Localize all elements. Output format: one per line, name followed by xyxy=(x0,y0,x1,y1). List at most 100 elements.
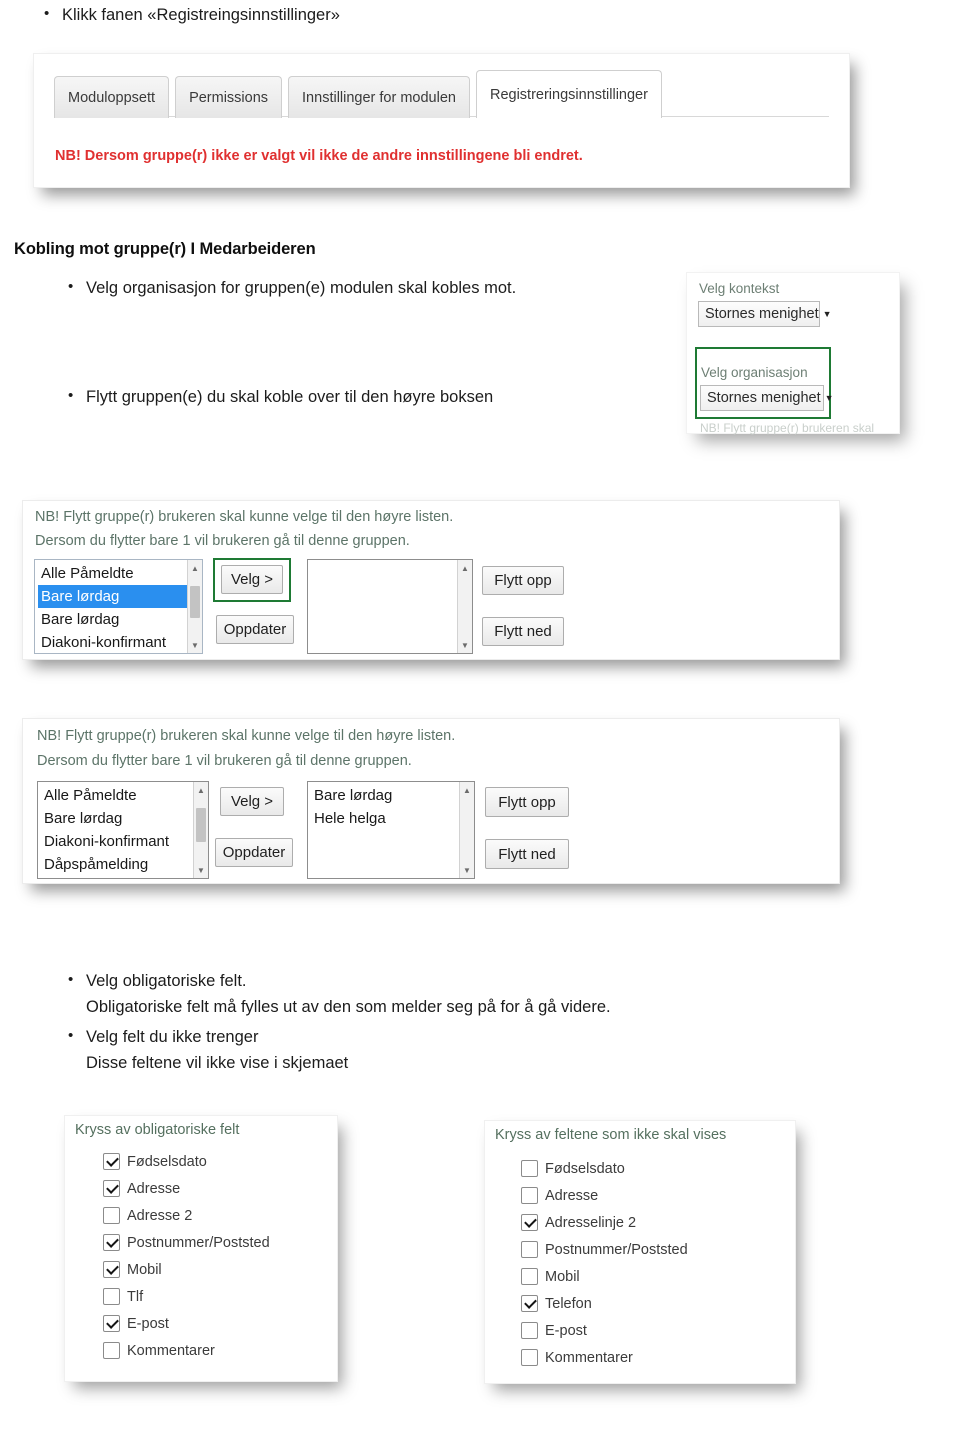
list-item[interactable]: Diakoni-konfirmant xyxy=(41,830,194,853)
checkbox-icon[interactable] xyxy=(103,1207,120,1224)
checkbox-icon[interactable] xyxy=(521,1187,538,1204)
velg-button[interactable]: Velg > xyxy=(220,787,284,816)
checkbox-icon[interactable] xyxy=(103,1342,120,1359)
bullet-click-tab: • Klikk fanen «Registreingsinnstillinger… xyxy=(44,4,664,26)
flytt-ned-button[interactable]: Flytt ned xyxy=(482,617,564,646)
selected-groups-listbox[interactable]: ▲ ▼ xyxy=(307,559,473,654)
tab-moduloppsett[interactable]: Moduloppsett xyxy=(54,76,170,118)
checkbox-row[interactable]: Fødselsdato xyxy=(521,1155,688,1182)
bullet-velg-organisasjon: • Velg organisasjon for gruppen(e) modul… xyxy=(68,277,668,299)
checkbox-icon[interactable] xyxy=(521,1295,538,1312)
checkbox-icon[interactable] xyxy=(521,1241,538,1258)
selected-groups-scrollbar[interactable]: ▲ ▼ xyxy=(457,560,472,653)
hidden-fields-title: Kryss av feltene som ikke skal vises xyxy=(495,1127,727,1143)
tab-strip: Moduloppsett Permissions Innstillinger f… xyxy=(54,68,668,118)
checkbox-icon[interactable] xyxy=(103,1153,120,1170)
list-item[interactable]: Bare lørdag xyxy=(38,585,188,608)
list-item[interactable]: Bare lørdag xyxy=(41,807,194,830)
checkbox-row[interactable]: Adresse 2 xyxy=(103,1202,270,1229)
checkbox-row[interactable]: Telefon xyxy=(521,1290,688,1317)
list-item[interactable]: Alle Påmeldte xyxy=(41,784,194,807)
chevron-down-icon: ▼ xyxy=(824,393,834,403)
selected-groups-listbox[interactable]: Bare lørdag Hele helga ▲ ▼ xyxy=(307,781,475,879)
tab-innstillinger-for-modulen[interactable]: Innstillinger for modulen xyxy=(288,76,470,118)
scroll-up-icon[interactable]: ▲ xyxy=(188,561,202,575)
flytt-ned-button[interactable]: Flytt ned xyxy=(485,839,569,869)
checkbox-row[interactable]: E-post xyxy=(103,1310,270,1337)
checkbox-row[interactable]: Adresse xyxy=(521,1182,688,1209)
group-picker-screenshot-filled: NB! Flytt gruppe(r) brukeren skal kunne … xyxy=(22,718,840,884)
checkbox-row[interactable]: Postnummer/Poststed xyxy=(521,1236,688,1263)
tab-warning-text: NB! Dersom gruppe(r) ikke er valgt vil i… xyxy=(55,148,583,164)
available-groups-listbox[interactable]: Alle Påmeldte Bare lørdag Diakoni-konfir… xyxy=(37,781,209,879)
tab-permissions[interactable]: Permissions xyxy=(175,76,283,118)
bullet-velg-organisasjon-label: Velg organisasjon for gruppen(e) modulen… xyxy=(86,279,517,297)
checkbox-icon[interactable] xyxy=(521,1214,538,1231)
checkbox-label: Fødselsdato xyxy=(545,1160,625,1177)
picker-note-line-1: NB! Flytt gruppe(r) brukeren skal kunne … xyxy=(35,509,454,525)
text-obligatoriske-forklaring: Obligatoriske felt må fylles ut av den s… xyxy=(86,998,611,1016)
checkbox-icon[interactable] xyxy=(521,1160,538,1177)
oppdater-button[interactable]: Oppdater xyxy=(215,838,293,867)
tab-registreringsinnstillinger[interactable]: Registreringsinnstillinger xyxy=(475,70,662,118)
list-item[interactable]: Bare lørdag xyxy=(38,608,188,631)
checkbox-icon[interactable] xyxy=(521,1268,538,1285)
bullet-glyph: • xyxy=(68,971,74,988)
checkbox-icon[interactable] xyxy=(103,1261,120,1278)
list-item[interactable]: Dåpspåmelding xyxy=(41,853,194,876)
scroll-down-icon[interactable]: ▼ xyxy=(194,863,208,877)
list-item[interactable]: Hele helga xyxy=(311,807,460,830)
hidden-fields-list: Fødselsdato Adresse Adresselinje 2 Postn… xyxy=(521,1155,688,1371)
checkbox-row[interactable]: Adresse xyxy=(103,1175,270,1202)
available-groups-listbox[interactable]: Alle Påmeldte Bare lørdag Bare lørdag Di… xyxy=(34,559,203,654)
checkbox-row[interactable]: Mobil xyxy=(103,1256,270,1283)
flytt-opp-button[interactable]: Flytt opp xyxy=(482,566,564,595)
required-fields-list: Fødselsdato Adresse Adresse 2 Postnummer… xyxy=(103,1148,270,1364)
checkbox-row[interactable]: Mobil xyxy=(521,1263,688,1290)
bullet-velg-ikke-trenger-label: Velg felt du ikke trenger xyxy=(86,1028,259,1046)
checkbox-row[interactable]: Kommentarer xyxy=(103,1337,270,1364)
scroll-down-icon[interactable]: ▼ xyxy=(458,638,472,652)
scrollbar-thumb[interactable] xyxy=(190,586,200,618)
selected-groups-scrollbar[interactable]: ▲ ▼ xyxy=(459,782,474,878)
checkbox-row[interactable]: Tlf xyxy=(103,1283,270,1310)
available-groups-scrollbar[interactable]: ▲ ▼ xyxy=(187,560,202,653)
bullet-velg-ikke-trenger: • Velg felt du ikke trenger xyxy=(68,1026,708,1048)
list-item[interactable]: Alle Påmeldte xyxy=(38,562,188,585)
bullet-glyph: • xyxy=(44,5,50,22)
list-item[interactable]: Bare lørdag xyxy=(311,784,460,807)
checkbox-row[interactable]: Kommentarer xyxy=(521,1344,688,1371)
checkbox-row[interactable]: Postnummer/Poststed xyxy=(103,1229,270,1256)
checkbox-label: Adresselinje 2 xyxy=(545,1214,637,1231)
velg-organisasjon-value: Stornes menighet xyxy=(707,390,821,406)
velg-organisasjon-select[interactable]: Stornes menighet ▼ xyxy=(700,385,834,411)
checkbox-icon[interactable] xyxy=(103,1288,120,1305)
scroll-up-icon[interactable]: ▲ xyxy=(458,561,472,575)
velg-organisasjon-label: Velg organisasjon xyxy=(701,365,808,380)
scrollbar-thumb[interactable] xyxy=(196,808,206,842)
scroll-down-icon[interactable]: ▼ xyxy=(188,638,202,652)
checkbox-icon[interactable] xyxy=(521,1322,538,1339)
checkbox-row[interactable]: Fødselsdato xyxy=(103,1148,270,1175)
flytt-opp-button[interactable]: Flytt opp xyxy=(485,787,569,817)
hidden-fields-panel: Kryss av feltene som ikke skal vises Fød… xyxy=(484,1120,796,1384)
checkbox-icon[interactable] xyxy=(103,1180,120,1197)
checkbox-icon[interactable] xyxy=(521,1349,538,1366)
checkbox-label: Telefon xyxy=(545,1295,592,1312)
selected-groups-items: Bare lørdag Hele helga xyxy=(308,782,460,830)
selected-groups-items xyxy=(308,560,458,562)
scroll-down-icon[interactable]: ▼ xyxy=(460,863,474,877)
available-groups-scrollbar[interactable]: ▲ ▼ xyxy=(193,782,208,878)
velg-button[interactable]: Velg > xyxy=(221,565,283,594)
scroll-up-icon[interactable]: ▲ xyxy=(194,783,208,797)
scroll-up-icon[interactable]: ▲ xyxy=(460,783,474,797)
checkbox-icon[interactable] xyxy=(103,1234,120,1251)
checkbox-label: Fødselsdato xyxy=(127,1153,207,1170)
velg-kontekst-select[interactable]: Stornes menighet ▼ xyxy=(698,301,832,327)
group-picker-screenshot-empty: NB! Flytt gruppe(r) brukeren skal kunne … xyxy=(22,500,840,660)
checkbox-row[interactable]: Adresselinje 2 xyxy=(521,1209,688,1236)
oppdater-button[interactable]: Oppdater xyxy=(216,615,294,644)
list-item[interactable]: Diakoni-konfirmant xyxy=(38,631,188,653)
checkbox-row[interactable]: E-post xyxy=(521,1317,688,1344)
checkbox-icon[interactable] xyxy=(103,1315,120,1332)
